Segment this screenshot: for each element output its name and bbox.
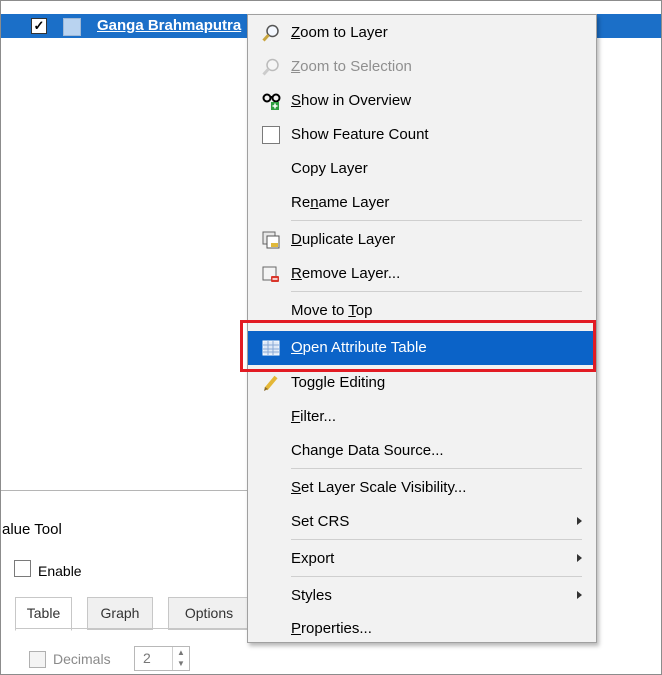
menu-separator bbox=[291, 220, 582, 221]
menu-separator bbox=[291, 291, 582, 292]
menu-separator bbox=[291, 468, 582, 469]
layer-symbol-swatch bbox=[63, 18, 81, 36]
magnifier-icon bbox=[262, 24, 280, 42]
decimals-value: 2 bbox=[143, 650, 151, 666]
tab-options[interactable]: Options bbox=[168, 597, 250, 630]
menu-item-rename-layer[interactable]: Rename Layer bbox=[248, 186, 596, 220]
menu-item-show-feature-count[interactable]: Show Feature Count bbox=[248, 118, 596, 152]
annotation-highlight-box bbox=[240, 320, 596, 372]
menu-separator bbox=[291, 539, 582, 540]
pencil-icon bbox=[262, 374, 280, 392]
layer-name: Ganga Brahmaputra bbox=[97, 17, 242, 34]
submenu-arrow-icon bbox=[577, 554, 582, 562]
menu-item-remove-layer[interactable]: Remove Layer... bbox=[248, 257, 596, 291]
tab-table[interactable]: Table bbox=[15, 597, 72, 631]
remove-layer-icon bbox=[262, 265, 280, 283]
value-tool-title: alue Tool bbox=[2, 521, 62, 538]
menu-item-styles[interactable]: Styles bbox=[248, 579, 596, 613]
submenu-arrow-icon bbox=[577, 591, 582, 599]
glasses-plus-icon bbox=[262, 92, 281, 110]
menu-item-set-layer-scale-visibility[interactable]: Set Layer Scale Visibility... bbox=[248, 471, 596, 505]
layer-visibility-checkbox[interactable]: ✓ bbox=[31, 18, 47, 34]
menu-item-duplicate-layer[interactable]: Duplicate Layer bbox=[248, 223, 596, 257]
duplicate-layer-icon bbox=[262, 231, 280, 249]
decimals-label: Decimals bbox=[53, 651, 111, 667]
panel-divider bbox=[1, 490, 263, 491]
menu-separator bbox=[291, 576, 582, 577]
magnifier-disabled-icon bbox=[262, 58, 280, 76]
feature-count-checkbox[interactable] bbox=[262, 126, 280, 144]
menu-item-change-data-source[interactable]: Change Data Source... bbox=[248, 434, 596, 468]
decimals-checkbox[interactable] bbox=[29, 651, 46, 668]
menu-item-copy-layer[interactable]: Copy Layer bbox=[248, 152, 596, 186]
menu-item-zoom-to-selection[interactable]: Zoom to Selection bbox=[248, 50, 596, 84]
menu-item-filter[interactable]: Filter... bbox=[248, 400, 596, 434]
menu-item-show-in-overview[interactable]: Show in Overview bbox=[248, 84, 596, 118]
menu-item-zoom-to-layer[interactable]: Zoom to Layer bbox=[248, 16, 596, 50]
menu-item-export[interactable]: Export bbox=[248, 542, 596, 576]
decimals-spinbox[interactable]: 2 ▲ ▼ bbox=[134, 646, 190, 671]
tab-graph[interactable]: Graph bbox=[87, 597, 153, 630]
spinbox-arrows[interactable]: ▲ ▼ bbox=[172, 647, 189, 670]
enable-checkbox[interactable] bbox=[14, 560, 31, 577]
submenu-arrow-icon bbox=[577, 517, 582, 525]
menu-item-properties[interactable]: Properties... bbox=[248, 612, 596, 646]
enable-label: Enable bbox=[38, 563, 82, 579]
menu-item-set-crs[interactable]: Set CRS bbox=[248, 505, 596, 539]
